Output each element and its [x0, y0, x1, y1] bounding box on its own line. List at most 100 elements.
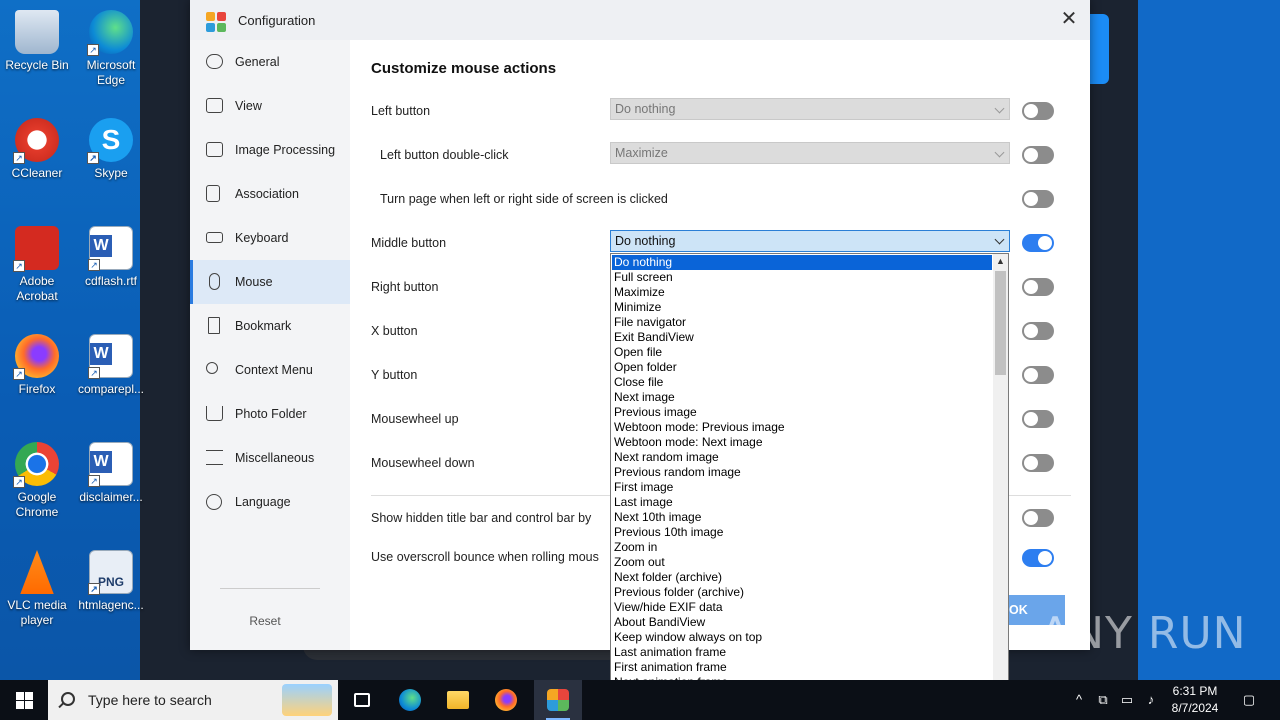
dropdown-option[interactable]: Keep window always on top [612, 630, 992, 645]
word-doc-icon: W ↗ [88, 442, 133, 487]
sidebar-item-context-menu[interactable]: Context Menu [190, 348, 350, 392]
dropdown-option[interactable]: First animation frame [612, 660, 992, 675]
desktop-icon-disclaimer[interactable]: W ↗ disclaimer... [75, 442, 147, 505]
tray-volume-icon[interactable]: ♪ [1140, 680, 1162, 720]
taskbar-firefox[interactable] [482, 680, 530, 720]
dropdown-option[interactable]: Previous 10th image [612, 525, 992, 540]
start-button[interactable] [0, 680, 48, 720]
overscroll-bounce-toggle[interactable] [1022, 549, 1054, 567]
left-button-select[interactable]: Do nothing [610, 98, 1010, 120]
tray-network-icon[interactable]: ▭ [1116, 680, 1138, 720]
dropdown-option[interactable]: Maximize [612, 285, 992, 300]
tray-overflow-chevron-icon[interactable]: ^ [1068, 680, 1090, 720]
taskbar-bandiview[interactable] [534, 680, 582, 720]
sliders-icon [206, 450, 223, 465]
sidebar-item-view[interactable]: View [190, 84, 350, 128]
dropdown-option[interactable]: Previous folder (archive) [612, 585, 992, 600]
desktop-icon-cdflash[interactable]: W ↗ cdflash.rtf [75, 226, 147, 289]
dropdown-scrollbar[interactable]: ▲ ▼ [993, 254, 1008, 703]
desktop-icon-recycle-bin[interactable]: Recycle Bin [1, 10, 73, 73]
dropdown-option[interactable]: File navigator [612, 315, 992, 330]
scroll-thumb[interactable] [995, 271, 1006, 375]
taskbar-edge[interactable] [386, 680, 434, 720]
dropdown-option[interactable]: View/hide EXIF data [612, 600, 992, 615]
middle-button-select[interactable]: Do nothing [610, 230, 1010, 252]
sidebar-item-label: Keyboard [235, 231, 289, 245]
globe-icon [206, 494, 222, 510]
y-button-toggle[interactable] [1022, 366, 1054, 384]
dropdown-option[interactable]: Open folder [612, 360, 992, 375]
middle-button-toggle[interactable] [1022, 234, 1054, 252]
left-double-click-select[interactable]: Maximize [610, 142, 1010, 164]
left-button-toggle[interactable] [1022, 102, 1054, 120]
dropdown-option[interactable]: First image [612, 480, 992, 495]
sidebar-item-image-processing[interactable]: Image Processing [190, 128, 350, 172]
taskbar-search-box[interactable]: Type here to search [48, 680, 338, 720]
desktop-icon-ccleaner[interactable]: ↗ CCleaner [1, 118, 73, 181]
sidebar-item-language[interactable]: Language [190, 480, 350, 524]
desktop-icon-comparepl[interactable]: W ↗ comparepl... [75, 334, 147, 397]
dropdown-option[interactable]: Next random image [612, 450, 992, 465]
dropdown-option[interactable]: Webtoon mode: Previous image [612, 420, 992, 435]
desktop-icon-firefox[interactable]: ↗ Firefox [1, 334, 73, 397]
dropdown-option[interactable]: Minimize [612, 300, 992, 315]
dropdown-option[interactable]: Next 10th image [612, 510, 992, 525]
desktop-icon-acrobat[interactable]: ↗ Adobe Acrobat [1, 226, 73, 304]
clock-date: 8/7/2024 [1171, 701, 1219, 715]
desktop-icon-htmlagenc[interactable]: PNG ↗ htmlagenc... [75, 550, 147, 613]
dropdown-option[interactable]: Previous random image [612, 465, 992, 480]
sidebar-item-photo-folder[interactable]: Photo Folder [190, 392, 350, 436]
reset-button[interactable]: Reset [190, 614, 340, 628]
keyboard-icon [206, 232, 223, 243]
scroll-up-arrow-icon[interactable]: ▲ [993, 254, 1008, 269]
dropdown-option[interactable]: Next image [612, 390, 992, 405]
word-doc-icon: W ↗ [88, 226, 133, 271]
tray-device-icon[interactable]: ⧉ [1092, 680, 1114, 720]
sidebar-divider [220, 588, 320, 589]
dropdown-option[interactable]: About BandiView [612, 615, 992, 630]
mousewheel-up-toggle[interactable] [1022, 410, 1054, 428]
dropdown-option[interactable]: Close file [612, 375, 992, 390]
dropdown-option[interactable]: Previous image [612, 405, 992, 420]
desktop-icon-vlc[interactable]: VLC media player [1, 550, 73, 628]
file-explorer-icon [447, 691, 469, 709]
show-hidden-title-bar-toggle[interactable] [1022, 509, 1054, 527]
desktop-icon-edge[interactable]: ↗ Microsoft Edge [75, 10, 147, 88]
title-bar[interactable]: Configuration ✕ [190, 0, 1090, 40]
acrobat-icon: ↗ [13, 226, 59, 272]
dropdown-option[interactable]: Last image [612, 495, 992, 510]
window-title: Configuration [238, 13, 316, 28]
watermark-text: ANY RUN [1040, 608, 1247, 659]
sidebar-item-label: Miscellaneous [235, 451, 315, 465]
sidebar-item-keyboard[interactable]: Keyboard [190, 216, 350, 260]
dropdown-option[interactable]: Exit BandiView [612, 330, 992, 345]
dropdown-option[interactable]: Last animation frame [612, 645, 992, 660]
left-double-click-toggle[interactable] [1022, 146, 1054, 164]
x-button-toggle[interactable] [1022, 322, 1054, 340]
dropdown-option[interactable]: Full screen [612, 270, 992, 285]
sidebar-item-mouse[interactable]: Mouse [190, 260, 350, 304]
sidebar-item-miscellaneous[interactable]: Miscellaneous [190, 436, 350, 480]
taskbar-clock[interactable]: 6:31 PM 8/7/2024 [1160, 683, 1230, 717]
taskbar-task-view[interactable] [338, 680, 386, 720]
middle-button-dropdown-list[interactable]: Play/pause animationNext animation frame… [610, 253, 1009, 704]
sidebar-item-association[interactable]: Association [190, 172, 350, 216]
turn-page-toggle[interactable] [1022, 190, 1054, 208]
notification-icon[interactable]: ▢ [1234, 680, 1264, 720]
close-button[interactable]: ✕ [1054, 6, 1084, 34]
dropdown-option[interactable]: Zoom in [612, 540, 992, 555]
dropdown-option[interactable]: Do nothing [612, 255, 992, 270]
dropdown-option[interactable]: Open file [612, 345, 992, 360]
taskbar-file-explorer[interactable] [434, 680, 482, 720]
bandiview-icon [547, 689, 569, 711]
dropdown-option[interactable]: Zoom out [612, 555, 992, 570]
desktop-icon-skype[interactable]: S ↗ Skype [75, 118, 147, 181]
desktop-icon-chrome[interactable]: ↗ Google Chrome [1, 442, 73, 520]
mousewheel-down-toggle[interactable] [1022, 454, 1054, 472]
document-icon [206, 185, 220, 202]
dropdown-option[interactable]: Webtoon mode: Next image [612, 435, 992, 450]
sidebar-item-general[interactable]: General [190, 40, 350, 84]
sidebar-item-bookmark[interactable]: Bookmark [190, 304, 350, 348]
right-button-toggle[interactable] [1022, 278, 1054, 296]
dropdown-option[interactable]: Next folder (archive) [612, 570, 992, 585]
